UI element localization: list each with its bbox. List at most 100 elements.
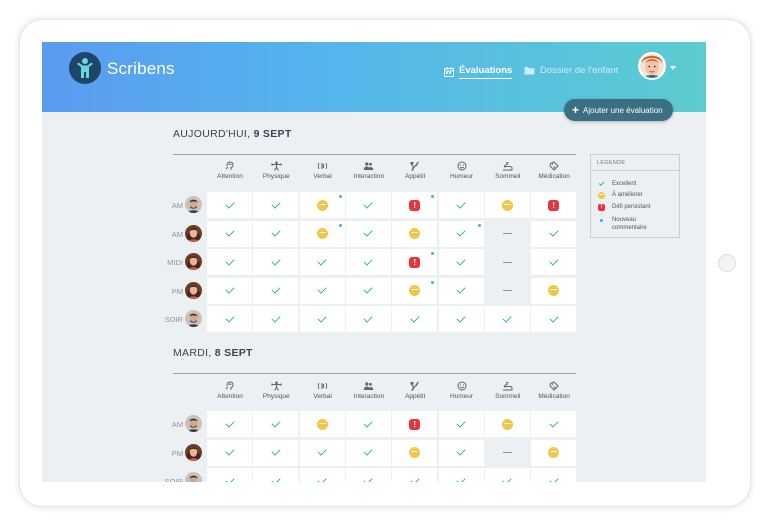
evaluation-cell[interactable] bbox=[345, 439, 391, 466]
column-header: Appétit bbox=[392, 381, 438, 400]
evaluation-cell[interactable] bbox=[484, 277, 530, 304]
evaluation-cell[interactable] bbox=[392, 468, 438, 482]
caregiver-avatar[interactable] bbox=[185, 443, 202, 461]
evaluation-cell[interactable] bbox=[345, 249, 391, 275]
evaluation-cell[interactable] bbox=[392, 306, 438, 332]
column-header: Sommeil bbox=[485, 381, 531, 400]
no-entry-dash bbox=[502, 452, 512, 453]
evaluation-cell[interactable] bbox=[484, 439, 530, 466]
evaluation-cell[interactable] bbox=[484, 411, 530, 437]
check-icon bbox=[271, 198, 281, 209]
evaluation-cell[interactable] bbox=[484, 249, 530, 275]
evaluation-cell[interactable] bbox=[392, 439, 438, 466]
evaluation-cell[interactable] bbox=[299, 192, 345, 218]
evaluation-cell[interactable] bbox=[531, 277, 577, 304]
calendar-icon bbox=[444, 67, 454, 77]
evaluation-cell[interactable] bbox=[531, 439, 577, 466]
evaluation-cell[interactable] bbox=[207, 249, 252, 275]
evaluation-cell[interactable] bbox=[438, 411, 484, 437]
evaluation-cell[interactable] bbox=[253, 439, 299, 466]
evaluation-cell[interactable] bbox=[253, 220, 299, 247]
evaluation-cell[interactable] bbox=[253, 306, 299, 332]
evaluation-cell[interactable] bbox=[207, 439, 252, 466]
evaluation-cell[interactable] bbox=[207, 468, 252, 482]
evaluation-cell[interactable] bbox=[207, 306, 252, 332]
evaluation-cell[interactable] bbox=[253, 192, 299, 218]
add-evaluation-button[interactable]: + Ajouter une évaluation bbox=[564, 99, 673, 121]
legend-symbol bbox=[597, 191, 606, 200]
nav-dossier[interactable]: Dossier de l'enfant bbox=[524, 65, 618, 76]
check-icon bbox=[363, 284, 373, 294]
evaluation-cell[interactable] bbox=[345, 306, 391, 332]
check-icon bbox=[317, 312, 327, 323]
check-icon bbox=[224, 198, 235, 209]
check-icon bbox=[548, 227, 559, 237]
evaluation-cell[interactable] bbox=[438, 192, 484, 218]
caregiver-avatar[interactable] bbox=[185, 281, 202, 299]
caregiver-avatar[interactable] bbox=[185, 415, 202, 432]
evaluation-cell[interactable] bbox=[299, 439, 345, 466]
logo[interactable] bbox=[69, 52, 101, 84]
caregiver-avatar[interactable] bbox=[185, 224, 202, 242]
evaluation-cell[interactable] bbox=[345, 277, 391, 304]
column-header: Sommeil bbox=[485, 161, 531, 180]
evaluation-cell[interactable] bbox=[531, 306, 577, 332]
evaluation-cell[interactable] bbox=[345, 411, 391, 437]
check-icon bbox=[224, 284, 235, 294]
warning-icon bbox=[316, 418, 328, 430]
evaluation-cell[interactable] bbox=[438, 439, 484, 466]
check-icon bbox=[363, 474, 373, 482]
tablet-home-button[interactable] bbox=[718, 254, 736, 272]
evaluation-cell[interactable] bbox=[207, 277, 252, 304]
evaluation-cell[interactable] bbox=[438, 306, 484, 332]
evaluation-cell[interactable] bbox=[531, 468, 577, 482]
evaluation-cell[interactable] bbox=[299, 306, 345, 332]
evaluation-cell[interactable] bbox=[299, 249, 345, 275]
caregiver-avatar[interactable] bbox=[185, 253, 202, 270]
child-avatar[interactable] bbox=[638, 52, 666, 80]
evaluation-cell[interactable] bbox=[207, 411, 252, 437]
evaluation-cell[interactable] bbox=[438, 249, 484, 275]
evaluation-cell[interactable] bbox=[345, 468, 391, 482]
evaluation-cell[interactable] bbox=[253, 277, 299, 304]
evaluation-cell[interactable]: ! bbox=[531, 192, 577, 218]
caregiver-avatar[interactable] bbox=[185, 196, 202, 213]
check-icon bbox=[271, 417, 281, 428]
evaluation-cell[interactable] bbox=[484, 220, 530, 247]
evaluation-cell[interactable] bbox=[299, 277, 345, 304]
caregiver-avatar[interactable] bbox=[185, 310, 202, 327]
evaluation-cell[interactable] bbox=[299, 468, 345, 482]
evaluation-cell[interactable] bbox=[345, 192, 391, 218]
evaluation-cell[interactable] bbox=[484, 306, 530, 332]
chevron-down-icon[interactable] bbox=[670, 66, 676, 70]
nav-evaluations[interactable]: Évaluations bbox=[444, 65, 513, 79]
nav-dossier-label: Dossier de l'enfant bbox=[540, 65, 619, 76]
evaluation-cell[interactable] bbox=[531, 249, 577, 275]
row-time-label: AM bbox=[171, 420, 183, 429]
warning-icon bbox=[501, 199, 513, 211]
column-header-label: Sommeil bbox=[495, 393, 521, 400]
evaluation-cell[interactable] bbox=[299, 220, 345, 247]
legend-symbol bbox=[597, 216, 606, 225]
evaluation-cell[interactable] bbox=[299, 411, 345, 437]
evaluation-cell[interactable] bbox=[438, 220, 484, 247]
evaluation-cell[interactable] bbox=[207, 192, 252, 218]
evaluation-cell[interactable] bbox=[392, 220, 438, 247]
legend-divider bbox=[591, 170, 679, 171]
evaluation-cell[interactable] bbox=[531, 411, 577, 437]
evaluation-cell[interactable] bbox=[253, 468, 299, 482]
evaluation-cell[interactable] bbox=[484, 192, 530, 218]
evaluation-cell[interactable] bbox=[438, 277, 484, 304]
evaluation-cell[interactable] bbox=[531, 220, 577, 247]
evaluation-cell[interactable] bbox=[345, 220, 391, 247]
check-icon bbox=[502, 312, 512, 323]
evaluation-cell[interactable] bbox=[253, 249, 299, 275]
caregiver-avatar[interactable] bbox=[185, 472, 202, 482]
evaluation-cell[interactable]: ! bbox=[392, 411, 438, 437]
column-header: Attention bbox=[207, 161, 253, 180]
evaluation-cell[interactable] bbox=[253, 411, 299, 437]
evaluation-cell[interactable] bbox=[438, 468, 484, 482]
legend-item: ! Défi persistant bbox=[597, 203, 672, 212]
evaluation-cell[interactable] bbox=[484, 468, 530, 482]
evaluation-cell[interactable] bbox=[207, 220, 252, 247]
